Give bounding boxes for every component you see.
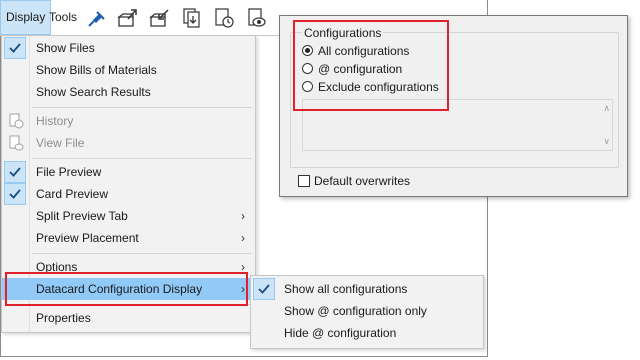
checkmark-icon xyxy=(4,37,26,59)
menu-item-file-preview[interactable]: File Preview xyxy=(2,161,255,183)
menu-item-show-files[interactable]: Show Files xyxy=(2,37,255,59)
checkmark-icon xyxy=(4,161,26,183)
menu-item-show-search-results[interactable]: Show Search Results xyxy=(2,81,255,103)
menu-item-card-preview[interactable]: Card Preview xyxy=(2,183,255,205)
submenu-item-show-all-configurations[interactable]: Show all configurations xyxy=(251,278,483,300)
annotation-highlight-configurations xyxy=(293,20,449,111)
menu-item-properties[interactable]: Properties xyxy=(2,307,255,329)
menu-item-show-boms[interactable]: Show Bills of Materials xyxy=(2,59,255,81)
menu-separator xyxy=(32,107,252,108)
view-file-icon xyxy=(8,135,24,158)
menu-item-preview-placement[interactable]: Preview Placement › xyxy=(2,227,255,249)
menu-item-history: History xyxy=(2,110,255,132)
annotation-highlight-menu-item xyxy=(5,272,248,306)
menu-separator xyxy=(32,253,252,254)
menu-tools[interactable]: Tools xyxy=(44,0,82,35)
menu-item-view-file: View File xyxy=(2,132,255,154)
datacard-configuration-submenu: Show all configurations Show @ configura… xyxy=(250,275,484,349)
change-state-icon[interactable] xyxy=(212,7,236,29)
checkmark-icon xyxy=(4,183,26,205)
menu-item-split-preview-tab[interactable]: Split Preview Tab › xyxy=(2,205,255,227)
view-icon[interactable] xyxy=(244,7,268,29)
check-in-icon[interactable] xyxy=(148,7,172,29)
submenu-item-show-at-configuration-only[interactable]: Show @ configuration only xyxy=(251,300,483,322)
chevron-right-icon: › xyxy=(241,209,245,223)
scroll-up-icon[interactable]: ∧ xyxy=(603,103,610,114)
chevron-right-icon: › xyxy=(241,231,245,245)
submenu-item-hide-at-configuration[interactable]: Hide @ configuration xyxy=(251,322,483,344)
checkmark-icon xyxy=(253,278,275,300)
scroll-down-icon[interactable]: ∨ xyxy=(603,136,610,147)
check-out-icon[interactable] xyxy=(116,7,140,29)
get-latest-icon[interactable] xyxy=(180,7,204,29)
menu-separator xyxy=(32,158,252,159)
pin-icon[interactable] xyxy=(84,7,108,29)
default-overwrites-checkbox[interactable] xyxy=(298,175,310,187)
